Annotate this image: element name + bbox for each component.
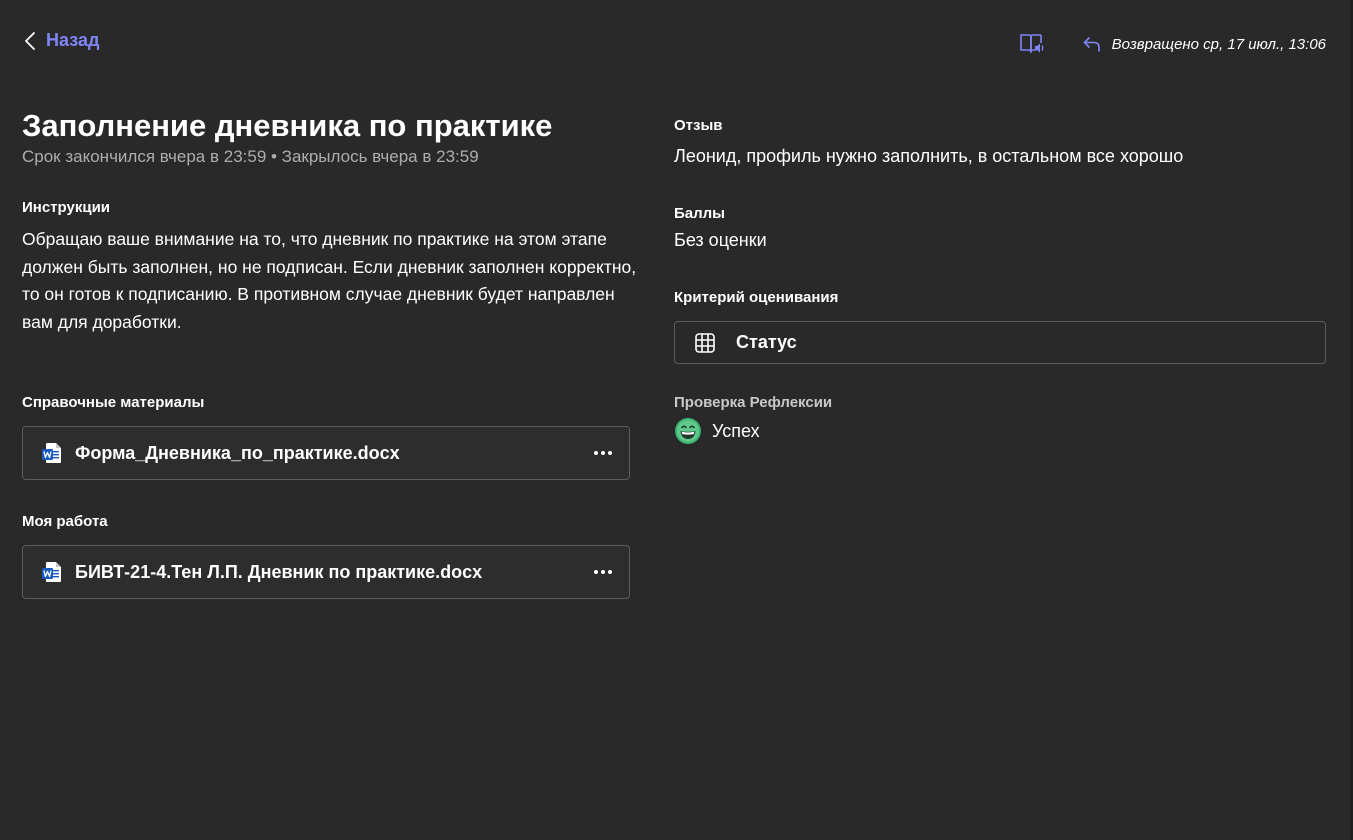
rubric-name: Статус xyxy=(736,332,797,352)
word-file-icon xyxy=(42,443,61,463)
reflection-label: Проверка Рефлексии xyxy=(674,394,833,411)
instructions-label: Инструкции xyxy=(22,199,111,216)
grinning-face-icon xyxy=(675,418,701,444)
my-work-label: Моя работа xyxy=(22,513,108,530)
my-work-file-card[interactable]: БИВТ-21-4.Тен Л.П. Дневник по практике.d… xyxy=(22,545,630,599)
instructions-text: Обращаю ваше внимание на то, что дневник… xyxy=(22,229,637,332)
reference-materials-label: Справочные материалы xyxy=(22,394,205,411)
reference-file-card[interactable]: Форма_Дневника_по_практике.docx xyxy=(22,426,630,480)
immersive-reader-icon xyxy=(1019,34,1044,53)
reference-file-more-button[interactable] xyxy=(583,437,623,469)
rubric-label: Критерий оценивания xyxy=(674,289,839,306)
grid-icon xyxy=(695,332,715,353)
word-file-icon xyxy=(42,562,61,582)
due-date-text: Срок закончился вчера в 23:59 • Закрылос… xyxy=(22,147,479,166)
reflection-result: Успех xyxy=(674,417,760,445)
back-label: Назад xyxy=(46,30,100,50)
feedback-text: Леонид, профиль нужно заполнить, в остал… xyxy=(674,146,1184,166)
reflection-value: Успех xyxy=(712,420,760,441)
more-dot-icon xyxy=(608,451,612,455)
more-dot-icon xyxy=(594,451,598,455)
assignment-page: Назад Возвращено ср, 17 июл., 13:06 Запо… xyxy=(0,0,1353,840)
points-value: Без оценки xyxy=(674,230,767,250)
my-work-file-name: БИВТ-21-4.Тен Л.П. Дневник по практике.d… xyxy=(75,561,483,582)
returned-text: Возвращено ср, 17 июл., 13:06 xyxy=(1111,35,1326,53)
assignment-title: Заполнение дневника по практике xyxy=(22,108,553,143)
more-dot-icon xyxy=(608,570,612,574)
more-dot-icon xyxy=(601,570,605,574)
reference-file-name: Форма_Дневника_по_практике.docx xyxy=(75,442,400,463)
feedback-label: Отзыв xyxy=(674,117,723,134)
back-button[interactable]: Назад xyxy=(24,30,99,51)
more-dot-icon xyxy=(601,451,605,455)
immersive-reader-button[interactable] xyxy=(1018,30,1046,58)
my-work-file-more-button[interactable] xyxy=(583,556,623,588)
points-label: Баллы xyxy=(674,205,725,222)
more-dot-icon xyxy=(594,570,598,574)
header-actions: Возвращено ср, 17 июл., 13:06 xyxy=(1018,30,1326,58)
returned-status: Возвращено ср, 17 июл., 13:06 xyxy=(1082,35,1326,53)
return-arrow-icon xyxy=(1083,37,1100,52)
rubric-card[interactable]: Статус xyxy=(674,321,1326,364)
chevron-left-icon xyxy=(25,31,35,50)
